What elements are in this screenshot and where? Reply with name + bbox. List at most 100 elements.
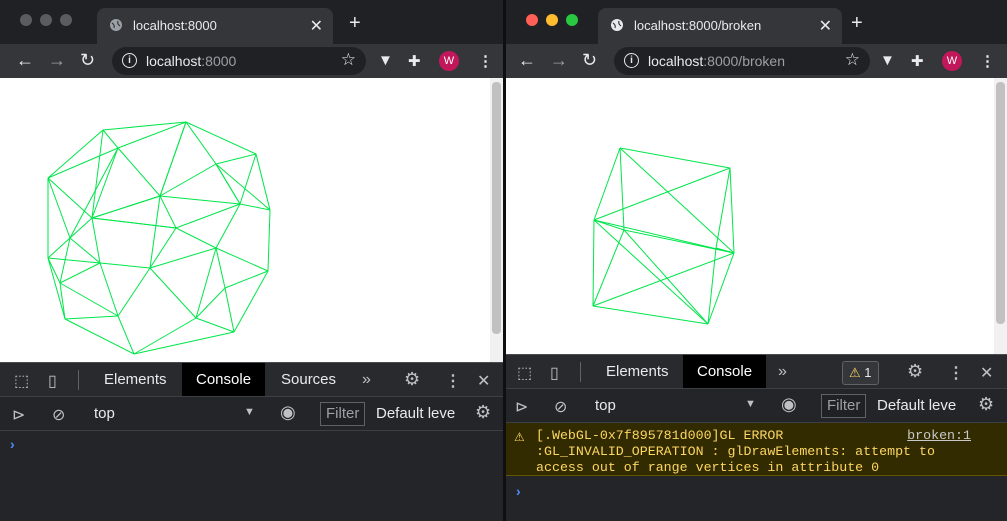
live-expression-eye-icon[interactable]: ◉ <box>781 394 797 415</box>
mesh-edge <box>133 331 235 355</box>
tab-console[interactable]: Console <box>182 363 266 397</box>
console-prompt-icon[interactable]: › <box>10 436 15 452</box>
console-filter-input[interactable]: Filter <box>821 394 867 418</box>
browser-toolbar: ← → ↻ i localhost:8000/broken ☆ ▼ ✚ W ⋮ <box>506 44 1007 78</box>
mesh-edge <box>715 167 731 249</box>
scrollbar-thumb[interactable] <box>492 82 501 334</box>
warning-icon: ⚠ <box>849 365 861 380</box>
extension-v-icon[interactable]: ▼ <box>378 52 393 69</box>
chevron-down-icon[interactable]: ▼ <box>244 406 255 418</box>
mesh-edge <box>215 247 269 272</box>
console-settings-gear-icon[interactable]: ⚙ <box>475 402 491 423</box>
mesh-edge <box>619 147 625 231</box>
console-output[interactable]: › <box>0 430 503 521</box>
mesh-edge <box>69 217 93 239</box>
context-selector[interactable]: top <box>94 405 115 422</box>
profile-avatar[interactable]: W <box>942 51 962 71</box>
back-button[interactable]: ← <box>518 50 536 71</box>
mesh-edge <box>267 209 271 272</box>
browser-menu-icon[interactable]: ⋮ <box>980 52 995 70</box>
warning-source-link[interactable]: broken:1 <box>907 428 971 444</box>
device-toolbar-icon[interactable]: ▯ <box>550 363 559 383</box>
extensions-puzzle-icon[interactable]: ✚ <box>911 52 924 70</box>
extensions-puzzle-icon[interactable]: ✚ <box>408 52 421 70</box>
new-tab-button[interactable]: + <box>851 12 863 35</box>
settings-gear-icon[interactable]: ⚙ <box>907 361 923 382</box>
close-window-button[interactable] <box>20 14 32 26</box>
browser-menu-icon[interactable]: ⋮ <box>478 52 493 70</box>
minimize-window-button[interactable] <box>546 14 558 26</box>
mesh-edge <box>224 287 235 333</box>
mesh-edge <box>91 129 104 219</box>
mesh-edge <box>59 262 101 284</box>
close-devtools-icon[interactable]: ✕ <box>980 363 993 383</box>
bookmark-star-icon[interactable]: ☆ <box>341 50 356 70</box>
reload-button[interactable]: ↻ <box>80 50 95 71</box>
devtools-menu-icon[interactable]: ⋮ <box>948 363 964 383</box>
url-text: localhost:8000/broken <box>648 53 785 69</box>
zoom-window-button[interactable] <box>60 14 72 26</box>
console-filter-input[interactable]: Filter <box>320 402 366 426</box>
extension-v-icon[interactable]: ▼ <box>880 52 895 69</box>
bookmark-star-icon[interactable]: ☆ <box>845 50 860 70</box>
new-tab-button[interactable]: + <box>349 12 361 35</box>
site-info-icon[interactable]: i <box>624 53 639 68</box>
browser-window-right: localhost:8000/broken ✕ + ← → ↻ i localh… <box>506 0 1007 521</box>
reload-button[interactable]: ↻ <box>582 50 597 71</box>
devtools-menu-icon[interactable]: ⋮ <box>445 371 461 391</box>
live-expression-eye-icon[interactable]: ◉ <box>280 402 296 423</box>
browser-tab[interactable]: localhost:8000/broken ✕ <box>598 8 842 44</box>
console-output[interactable]: ⚠ [.WebGL-0x7f895781d000]GL ERROR :GL_IN… <box>506 422 1007 521</box>
context-selector[interactable]: top <box>595 397 616 414</box>
tab-console[interactable]: Console <box>683 355 767 389</box>
mesh-edge <box>133 317 197 355</box>
close-devtools-icon[interactable]: ✕ <box>477 371 490 391</box>
profile-avatar[interactable]: W <box>439 51 459 71</box>
page-scrollbar[interactable] <box>490 78 503 362</box>
mesh-edge <box>91 217 177 229</box>
close-window-button[interactable] <box>526 14 538 26</box>
inspect-element-icon[interactable]: ⬚ <box>14 371 29 391</box>
mesh-edge <box>185 121 217 165</box>
back-button[interactable]: ← <box>16 50 34 71</box>
show-sidebar-icon[interactable]: ⊳ <box>12 405 25 425</box>
address-bar[interactable]: i localhost:8000/broken ☆ <box>614 47 870 75</box>
mesh-edge <box>149 247 217 269</box>
page-viewport[interactable] <box>0 78 490 362</box>
tab-elements[interactable]: Elements <box>592 355 683 389</box>
clear-console-icon[interactable]: ⊘ <box>554 397 567 417</box>
address-bar[interactable]: i localhost:8000 ☆ <box>112 47 366 75</box>
log-levels-dropdown[interactable]: Default leve <box>376 405 455 422</box>
console-prompt-icon[interactable]: › <box>516 483 521 499</box>
inspect-element-icon[interactable]: ⬚ <box>517 363 532 383</box>
window-controls <box>20 14 72 26</box>
tab-sources[interactable]: Sources <box>267 363 350 397</box>
more-tabs-chevron-icon[interactable]: » <box>362 371 371 389</box>
browser-tab[interactable]: localhost:8000 ✕ <box>97 8 333 44</box>
mesh-edge <box>619 147 731 169</box>
clear-console-icon[interactable]: ⊘ <box>52 405 65 425</box>
forward-button[interactable]: → <box>48 50 66 71</box>
divider <box>78 370 79 390</box>
show-sidebar-icon[interactable]: ⊳ <box>515 397 528 417</box>
log-levels-dropdown[interactable]: Default leve <box>877 397 956 414</box>
device-toolbar-icon[interactable]: ▯ <box>48 371 57 391</box>
minimize-window-button[interactable] <box>40 14 52 26</box>
page-viewport[interactable] <box>506 78 994 354</box>
mesh-edge <box>99 262 119 317</box>
close-tab-icon[interactable]: ✕ <box>310 16 323 36</box>
settings-gear-icon[interactable]: ⚙ <box>404 369 420 390</box>
chevron-down-icon[interactable]: ▼ <box>745 398 756 410</box>
mesh-edge <box>159 195 177 229</box>
scrollbar-thumb[interactable] <box>996 82 1005 324</box>
more-tabs-chevron-icon[interactable]: » <box>778 363 787 381</box>
mesh-edge <box>47 257 66 320</box>
console-settings-gear-icon[interactable]: ⚙ <box>978 394 994 415</box>
page-scrollbar[interactable] <box>994 78 1007 354</box>
zoom-window-button[interactable] <box>566 14 578 26</box>
site-info-icon[interactable]: i <box>122 53 137 68</box>
forward-button[interactable]: → <box>550 50 568 71</box>
issues-warning-badge[interactable]: ⚠ 1 <box>842 361 879 385</box>
close-tab-icon[interactable]: ✕ <box>819 16 832 36</box>
tab-elements[interactable]: Elements <box>90 363 181 397</box>
